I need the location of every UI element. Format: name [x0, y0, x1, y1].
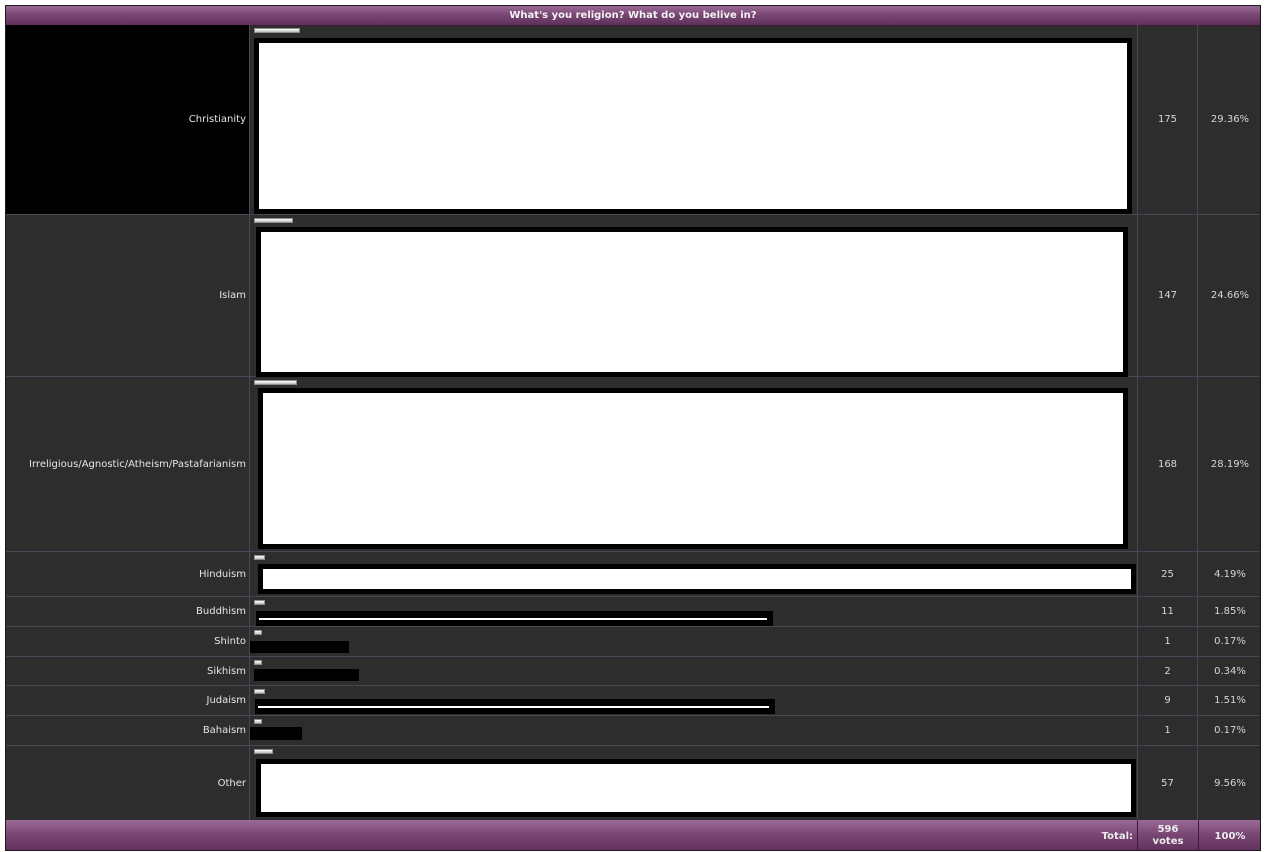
- result-bar-cell: [250, 377, 1138, 551]
- result-bar: [254, 555, 265, 560]
- votes-count: 168: [1138, 377, 1198, 551]
- option-label: Judaism: [206, 695, 247, 706]
- poll-title-bar: What's you religion? What do you belive …: [6, 6, 1260, 26]
- votes-percent: 1.51%: [1214, 695, 1246, 706]
- option-label: Islam: [219, 290, 246, 301]
- option-label-cell: Bahaism: [6, 716, 250, 745]
- option-label-cell: Judaism: [6, 686, 250, 715]
- redaction-fill: [261, 232, 1123, 372]
- poll-row-hinduism: Hinduism 25 4.19%: [6, 552, 1260, 597]
- votes-percent: 9.56%: [1214, 777, 1246, 789]
- redaction-fill: [263, 393, 1123, 544]
- option-label-cell: Sikhism: [6, 657, 250, 685]
- redaction-fill: [259, 43, 1127, 209]
- redaction-fill: [263, 569, 1131, 589]
- poll-row-shinto: Shinto 1 0.17%: [6, 627, 1260, 657]
- redaction-box: [254, 38, 1132, 214]
- option-label: Hinduism: [198, 568, 246, 580]
- votes-count: 1: [1138, 627, 1198, 656]
- total-votes-unit: votes: [1152, 836, 1184, 847]
- redaction-box: [250, 727, 302, 740]
- redaction-box: [254, 669, 359, 681]
- poll-title: What's you religion? What do you belive …: [509, 10, 757, 21]
- result-bar: [254, 630, 262, 635]
- votes-count: 2: [1138, 657, 1198, 685]
- votes-percent: 29.36%: [1210, 114, 1250, 125]
- poll-row-irreligious: Irreligious/Agnostic/Atheism/Pastafarian…: [6, 377, 1260, 552]
- total-votes: 596 votes: [1138, 820, 1199, 850]
- option-label-cell: Irreligious/Agnostic/Atheism/Pastafarian…: [6, 377, 250, 551]
- total-votes-number: 596: [1157, 824, 1179, 835]
- result-bar: [254, 28, 300, 33]
- votes-percent: 0.34%: [1214, 665, 1246, 677]
- option-label: Christianity: [188, 114, 246, 125]
- option-label: Sikhism: [207, 665, 246, 677]
- redaction-box: [255, 699, 775, 714]
- result-bar: [254, 749, 273, 754]
- result-bar-cell: [250, 552, 1138, 596]
- poll-total-row: Total: 596 votes 100%: [6, 820, 1260, 850]
- votes-percent: 28.19%: [1210, 458, 1250, 470]
- votes-count: 1: [1138, 716, 1198, 745]
- option-label: Irreligious/Agnostic/Atheism/Pastafarian…: [29, 458, 246, 470]
- result-bar: [254, 600, 265, 605]
- poll-row-other: Other 57 9.56%: [6, 746, 1260, 820]
- redaction-line: [259, 617, 767, 620]
- votes-count: 175: [1138, 25, 1198, 214]
- redaction-box: [256, 611, 773, 626]
- option-label: Other: [217, 777, 246, 789]
- votes-percent: 0.17%: [1214, 725, 1246, 736]
- votes-count: 147: [1138, 215, 1198, 376]
- redaction-fill: [261, 764, 1131, 812]
- redaction-box: [258, 564, 1136, 594]
- result-bar: [254, 660, 262, 665]
- redaction-box: [258, 388, 1128, 549]
- poll-row-bahaism: Bahaism 1 0.17%: [6, 716, 1260, 746]
- poll-row-buddhism: Buddhism 11 1.85%: [6, 597, 1260, 627]
- votes-percent: 1.85%: [1214, 606, 1246, 617]
- votes-count: 9: [1138, 686, 1198, 715]
- votes-percent: 24.66%: [1210, 290, 1250, 301]
- result-bar: [254, 380, 297, 385]
- result-bar: [254, 719, 262, 724]
- total-percent: 100%: [1214, 830, 1246, 842]
- option-label-cell: Shinto: [6, 627, 250, 656]
- poll-row-judaism: Judaism 9 1.51%: [6, 686, 1260, 716]
- option-label-cell: Other: [6, 746, 250, 820]
- redaction-box: [256, 759, 1136, 817]
- votes-percent: 4.19%: [1214, 568, 1246, 580]
- votes-count: 25: [1138, 552, 1198, 596]
- total-label: Total:: [6, 820, 1138, 850]
- option-label: Bahaism: [202, 725, 246, 736]
- poll-row-sikhism: Sikhism 2 0.34%: [6, 657, 1260, 686]
- option-label-cell: Islam: [6, 215, 250, 376]
- result-bar-cell: [250, 746, 1138, 820]
- result-bar: [254, 218, 293, 223]
- result-bar-cell: [250, 25, 1138, 214]
- result-bar-cell: [250, 597, 1138, 626]
- votes-count: 57: [1138, 746, 1198, 820]
- option-label-cell: Christianity: [6, 25, 250, 214]
- poll-row-islam: Islam 147 24.66%: [6, 215, 1260, 377]
- poll-row-christianity: Christianity 175 29.36%: [6, 25, 1260, 215]
- option-label-cell: Hinduism: [6, 552, 250, 596]
- redaction-box: [250, 641, 349, 653]
- option-label: Shinto: [214, 636, 246, 647]
- result-bar-cell: [250, 215, 1138, 377]
- poll-results-table: What's you religion? What do you belive …: [5, 5, 1261, 851]
- votes-percent: 0.17%: [1214, 636, 1246, 647]
- result-bar-cell: [250, 686, 1138, 715]
- votes-count: 11: [1138, 597, 1198, 626]
- result-bar: [254, 689, 265, 694]
- result-bar-cell: [250, 716, 1138, 745]
- result-bar-cell: [250, 657, 1138, 685]
- result-bar-cell: [250, 627, 1138, 656]
- redaction-line: [258, 705, 769, 708]
- redaction-box: [256, 227, 1128, 377]
- option-label: Buddhism: [196, 606, 246, 617]
- option-label-cell: Buddhism: [6, 597, 250, 626]
